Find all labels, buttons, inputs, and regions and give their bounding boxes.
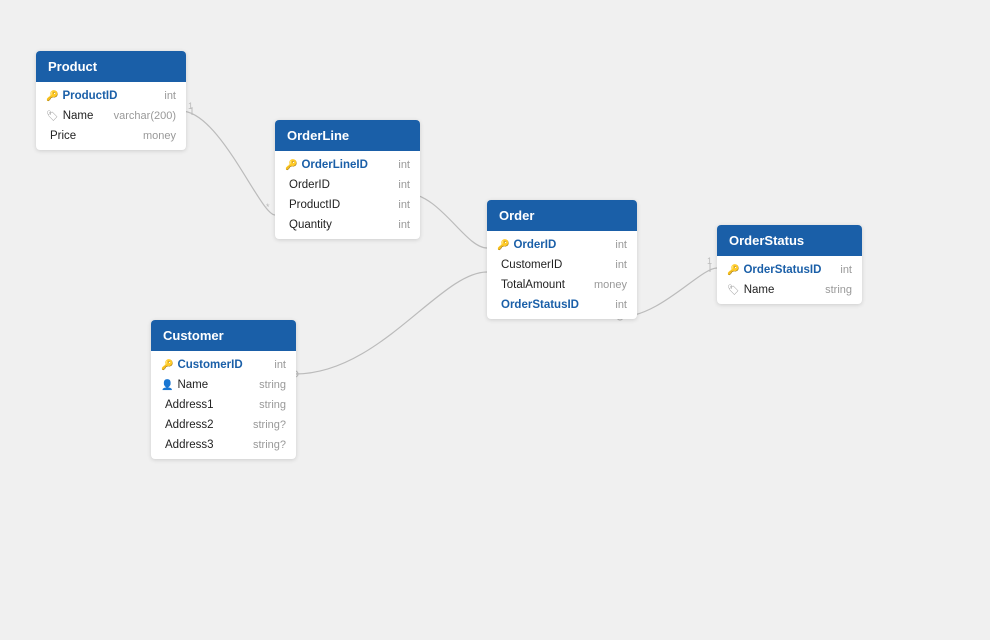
field-type: string: [259, 399, 286, 411]
orderline-table[interactable]: OrderLine 🔑 OrderLineID int OrderID int …: [275, 120, 420, 239]
tag-icon: 🏷: [46, 111, 59, 122]
field-name: Address3: [165, 439, 245, 451]
field-type: int: [398, 219, 410, 231]
table-row: 🔑 OrderID int: [487, 235, 637, 255]
field-type: int: [398, 179, 410, 191]
order-table-body: 🔑 OrderID int CustomerID int TotalAmount…: [487, 231, 637, 319]
key-icon: 🔑: [285, 160, 297, 171]
order-table-header: Order: [487, 200, 637, 231]
field-type: string?: [253, 439, 286, 451]
field-type: int: [615, 299, 627, 311]
product-table-body: 🔑 ProductID int 🏷 Name varchar(200) Pric…: [36, 82, 186, 150]
field-type: int: [615, 259, 627, 271]
person-icon: 👤: [161, 380, 173, 391]
key-icon: 🔑: [727, 265, 739, 276]
field-type: int: [615, 239, 627, 251]
orderstatus-table-body: 🔑 OrderStatusID int 🏷 Name string: [717, 256, 862, 304]
field-type: int: [164, 90, 176, 102]
orderline-table-body: 🔑 OrderLineID int OrderID int ProductID …: [275, 151, 420, 239]
key-icon: 🔑: [46, 91, 58, 102]
field-type: int: [274, 359, 286, 371]
key-icon: 🔑: [161, 360, 173, 371]
svg-text:1: 1: [707, 256, 712, 266]
field-type: int: [398, 199, 410, 211]
field-name: OrderStatusID: [501, 299, 607, 311]
field-name: TotalAmount: [501, 279, 586, 291]
field-name: ProductID: [289, 199, 390, 211]
table-row: CustomerID int: [487, 255, 637, 275]
field-name: CustomerID: [177, 359, 266, 371]
field-name: Quantity: [289, 219, 390, 231]
table-row: OrderStatusID int: [487, 295, 637, 315]
field-type: varchar(200): [114, 110, 176, 122]
table-row: Address1 string: [151, 395, 296, 415]
table-row: 🔑 OrderLineID int: [275, 155, 420, 175]
customer-table-header: Customer: [151, 320, 296, 351]
key-icon: 🔑: [497, 240, 509, 251]
table-row: Address2 string?: [151, 415, 296, 435]
table-row: 🔑 ProductID int: [36, 86, 186, 106]
field-name: OrderID: [289, 179, 390, 191]
svg-text:1: 1: [188, 101, 193, 111]
customer-table-body: 🔑 CustomerID int 👤 Name string Address1 …: [151, 351, 296, 459]
orderstatus-table[interactable]: OrderStatus 🔑 OrderStatusID int 🏷 Name s…: [717, 225, 862, 304]
table-row: 🏷 Name string: [717, 280, 862, 300]
order-table[interactable]: Order 🔑 OrderID int CustomerID int Total…: [487, 200, 637, 319]
table-row: OrderID int: [275, 175, 420, 195]
tag-icon: 🏷: [727, 285, 740, 296]
field-name: Address2: [165, 419, 245, 431]
table-row: ProductID int: [275, 195, 420, 215]
field-name: CustomerID: [501, 259, 607, 271]
svg-text:*: *: [266, 202, 270, 212]
field-type: money: [594, 279, 627, 291]
product-table[interactable]: Product 🔑 ProductID int 🏷 Name varchar(2…: [36, 51, 186, 150]
field-type: string: [259, 379, 286, 391]
table-row: 🏷 Name varchar(200): [36, 106, 186, 126]
table-row: 🔑 OrderStatusID int: [717, 260, 862, 280]
field-type: string?: [253, 419, 286, 431]
field-type: string: [825, 284, 852, 296]
field-name: Price: [50, 130, 135, 142]
table-row: Price money: [36, 126, 186, 146]
diagram-canvas: 1 * 1 Product 🔑 ProductID int 🏷: [0, 0, 990, 640]
field-type: money: [143, 130, 176, 142]
orderline-table-header: OrderLine: [275, 120, 420, 151]
field-name: Name: [63, 110, 106, 122]
field-type: int: [398, 159, 410, 171]
table-row: 🔑 CustomerID int: [151, 355, 296, 375]
field-name: Address1: [165, 399, 251, 411]
field-type: int: [840, 264, 852, 276]
field-name: Name: [744, 284, 817, 296]
table-row: TotalAmount money: [487, 275, 637, 295]
field-name: OrderStatusID: [743, 264, 832, 276]
field-name: Name: [177, 379, 251, 391]
field-name: OrderID: [513, 239, 607, 251]
product-table-header: Product: [36, 51, 186, 82]
customer-table[interactable]: Customer 🔑 CustomerID int 👤 Name string …: [151, 320, 296, 459]
table-row: Quantity int: [275, 215, 420, 235]
field-name: OrderLineID: [301, 159, 390, 171]
orderstatus-table-header: OrderStatus: [717, 225, 862, 256]
field-name: ProductID: [62, 90, 156, 102]
table-row: 👤 Name string: [151, 375, 296, 395]
table-row: Address3 string?: [151, 435, 296, 455]
